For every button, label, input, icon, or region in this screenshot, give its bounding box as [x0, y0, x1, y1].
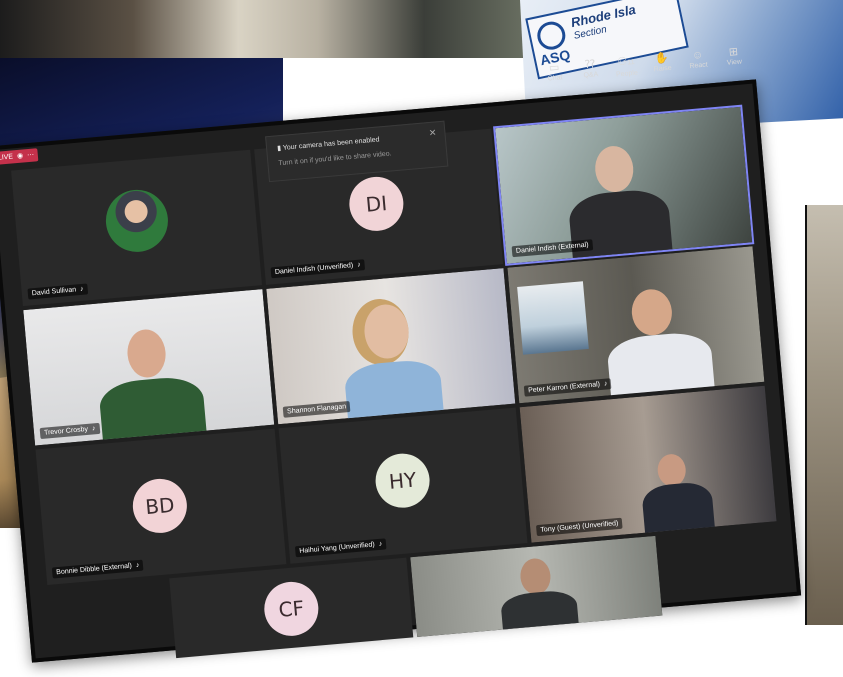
- view-label: View: [726, 58, 743, 67]
- meeting-window: LIVE ◉ ⋯ ▭ Chat ⁇ Q&A ⚇11 People ✋ Raise…: [0, 46, 802, 663]
- participant-tile-tony-guest[interactable]: Tony (Guest) (Unverified): [519, 385, 777, 543]
- participant-tile-david-sullivan[interactable]: David Sullivan ♪: [11, 149, 263, 307]
- participant-name: Bonnie Dibble (External) ♪: [51, 559, 144, 579]
- participant-name: David Sullivan ♪: [27, 283, 89, 300]
- initials-avatar: HY: [373, 451, 432, 510]
- react-label: React: [689, 61, 708, 71]
- initials-text: DI: [364, 191, 389, 217]
- mic-icon: ♪: [79, 285, 84, 294]
- initials-text: HY: [387, 467, 418, 494]
- participant-tile-video-bottom[interactable]: [410, 535, 663, 637]
- chat-icon: ▭: [548, 61, 560, 75]
- react-icon: ☺: [691, 48, 704, 62]
- mic-icon: ♪: [378, 540, 383, 548]
- raise-label: Raise: [653, 64, 672, 74]
- background-photo-right: [805, 205, 843, 625]
- mic-icon: ♪: [603, 380, 608, 388]
- participant-body: [641, 480, 715, 535]
- participant-tile-daniel-indish-external[interactable]: Daniel Indish (External): [493, 104, 755, 267]
- mic-icon: ♪: [356, 261, 362, 269]
- view-icon: ⊞: [728, 45, 739, 59]
- live-label: LIVE: [0, 153, 14, 162]
- participant-tile-bonnie-dibble[interactable]: BD Bonnie Dibble (External) ♪: [35, 428, 287, 586]
- participant-tile-haihui-yang[interactable]: HY Haihui Yang (Unverified) ♪: [278, 407, 528, 564]
- toast-body: Turn it on if you'd like to share video.: [278, 150, 392, 168]
- participant-name: Haihui Yang (Unverified) ♪: [294, 538, 387, 558]
- qa-label: Q&A: [583, 71, 599, 80]
- close-icon[interactable]: ✕: [428, 127, 436, 139]
- participant-tile-shannon-flanagan[interactable]: Shannon Flanagan: [266, 268, 516, 425]
- people-count: 11: [627, 58, 635, 67]
- participant-tile-trevor-crosby[interactable]: Trevor Crosby ♪: [23, 289, 275, 446]
- participant-name: Daniel Indish (Unverified) ♪: [270, 259, 366, 279]
- sailboat-painting: [517, 281, 589, 355]
- mic-icon: ♪: [135, 561, 140, 570]
- record-icon: ◉: [16, 152, 24, 161]
- initials-text: CF: [277, 595, 306, 622]
- mic-icon: ♪: [91, 425, 96, 433]
- raise-hand-icon: ✋: [654, 51, 670, 66]
- qa-button[interactable]: ⁇ Q&A: [577, 57, 603, 82]
- people-icon: ⚇11: [616, 55, 635, 69]
- background-photo-top: [0, 0, 530, 58]
- initials-avatar: BD: [130, 476, 190, 536]
- live-badge: LIVE ◉ ⋯: [0, 148, 39, 166]
- participant-tile-cf[interactable]: CF: [169, 557, 414, 659]
- chat-button[interactable]: ▭ Chat: [542, 60, 568, 85]
- initials-avatar: CF: [262, 579, 321, 639]
- qa-icon: ⁇: [584, 58, 596, 72]
- chat-label: Chat: [547, 74, 563, 83]
- view-button[interactable]: ⊞ View: [721, 44, 747, 69]
- participant-tile-peter-karron[interactable]: Peter Karron (External) ♪: [507, 246, 765, 404]
- initials-avatar: DI: [347, 174, 406, 234]
- avatar: [103, 187, 171, 255]
- initials-text: BD: [144, 492, 176, 520]
- react-button[interactable]: ☺ React: [685, 47, 711, 72]
- toast-title: ▮ Your camera has been enabled: [276, 136, 380, 153]
- people-button[interactable]: ⚇11 People: [613, 54, 639, 79]
- raise-hand-button[interactable]: ✋ Raise: [649, 50, 675, 75]
- more-icon: ⋯: [26, 151, 35, 160]
